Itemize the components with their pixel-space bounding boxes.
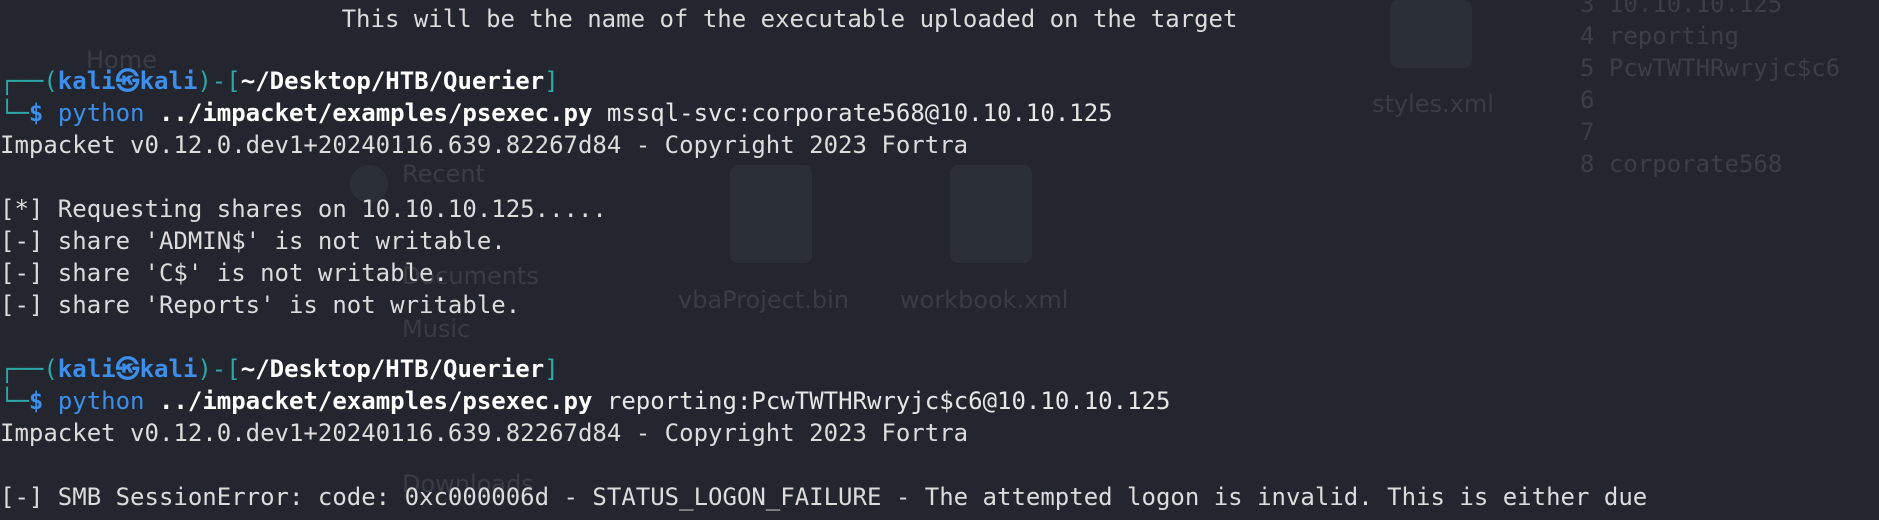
prompt-box-top: ┌──( (0, 355, 58, 383)
prompt-host: kali (139, 355, 198, 383)
prompt-box-bottom: └─ (0, 99, 29, 127)
prompt-line-1-top: ┌──(kali㉿kali)-[~/Desktop/HTB/Querier] (0, 65, 1879, 97)
prompt-host: kali (139, 67, 198, 95)
output-line-impacket-banner: Impacket v0.12.0.dev1+20240116.639.82267… (0, 131, 969, 159)
prompt-path: ~/Desktop/HTB/Querier (240, 355, 545, 383)
output-line-executable-name: This will be the name of the executable … (0, 3, 1879, 35)
output-line-admin-share: [-] share 'ADMIN$' is not writable. (0, 227, 506, 255)
prompt-user: kali (57, 67, 116, 95)
command-line-1: └─$ python ../impacket/examples/psexec.p… (0, 97, 1879, 129)
output-line-reports-share: [-] share 'Reports' is not writable. (0, 291, 521, 319)
command-script: ../impacket/examples/psexec.py (158, 99, 593, 127)
output-text: This will be the name of the executable … (226, 5, 1238, 33)
output-line-logon-failure: [-] SMB SessionError: code: 0xc000006d -… (0, 483, 1648, 511)
prompt-at-symbol: ㉿ (115, 67, 140, 95)
prompt-path: ~/Desktop/HTB/Querier (240, 67, 545, 95)
prompt-box-bottom: └─ (0, 387, 29, 415)
command-line-2: └─$ python ../impacket/examples/psexec.p… (0, 385, 1879, 417)
prompt-box-top: ┌──( (0, 67, 58, 95)
prompt-dollar: $ (28, 99, 44, 127)
output-line-impacket-banner-2: Impacket v0.12.0.dev1+20240116.639.82267… (0, 419, 969, 447)
prompt-bracket: )-[ (197, 355, 241, 383)
prompt-user: kali (57, 355, 116, 383)
output-line-c-share: [-] share 'C$' is not writable. (0, 259, 448, 287)
prompt-at-symbol: ㉿ (115, 355, 140, 383)
terminal-output[interactable]: This will be the name of the executable … (0, 0, 1879, 520)
command-name: python (57, 99, 145, 127)
command-argument: mssql-svc:corporate568@10.10.10.125 (606, 99, 1113, 127)
prompt-dollar: $ (28, 387, 44, 415)
command-script: ../impacket/examples/psexec.py (158, 387, 593, 415)
command-argument: reporting:PcwTWTHRwryjc$c6@10.10.10.125 (606, 387, 1171, 415)
prompt-bracket-close: ] (544, 355, 559, 383)
prompt-bracket-close: ] (544, 67, 559, 95)
output-line-requesting-shares: [*] Requesting shares on 10.10.10.125...… (0, 195, 607, 223)
command-name: python (57, 387, 145, 415)
prompt-bracket: )-[ (197, 67, 241, 95)
prompt-line-2-top: ┌──(kali㉿kali)-[~/Desktop/HTB/Querier] (0, 353, 1879, 385)
